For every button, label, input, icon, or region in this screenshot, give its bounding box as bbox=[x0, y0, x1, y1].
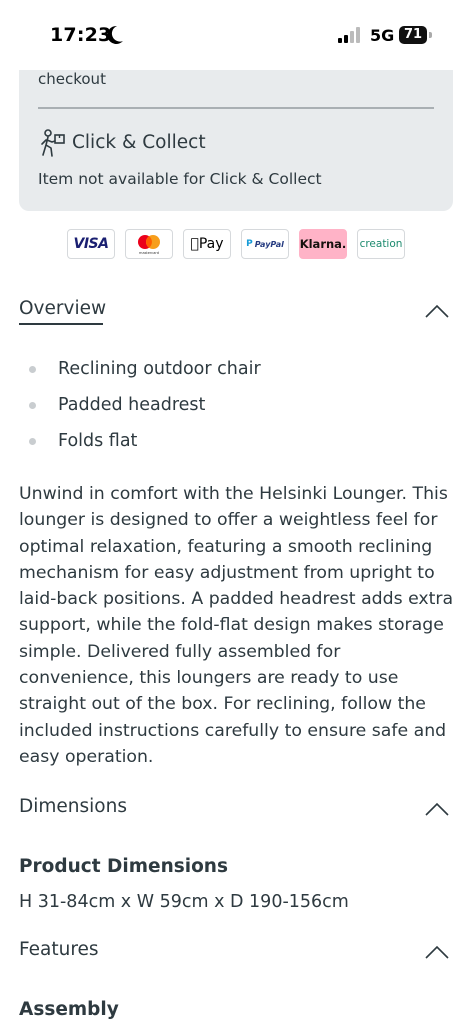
overview-underline bbox=[19, 323, 103, 325]
list-item: Padded headrest bbox=[19, 393, 449, 429]
signal-icon bbox=[338, 27, 360, 43]
klarna-logo: Klarna. bbox=[299, 229, 347, 259]
paypal-icon: P bbox=[246, 239, 253, 249]
delivery-card: checkout Click & Collect Item not availa… bbox=[19, 70, 453, 211]
visa-label: VISA bbox=[73, 236, 109, 252]
product-description: Unwind in comfort with the Helsinki Loun… bbox=[19, 484, 454, 767]
status-bar: 17:23 5G 71 bbox=[0, 0, 472, 70]
click-collect-icon bbox=[41, 129, 65, 157]
chevron-up-icon[interactable] bbox=[425, 945, 449, 959]
product-dimensions-heading: Product Dimensions bbox=[19, 856, 228, 877]
paypal-label: PayPal bbox=[254, 239, 284, 249]
mastercard-icon: mastercard bbox=[138, 235, 160, 255]
creation-logo: creation bbox=[357, 229, 405, 259]
mastercard-logo: mastercard bbox=[125, 229, 173, 259]
overview-bullets: Reclining outdoor chair Padded headrest … bbox=[19, 357, 449, 465]
chevron-up-icon[interactable] bbox=[425, 304, 449, 318]
overview-toggle[interactable]: Overview bbox=[19, 298, 106, 319]
list-item: Folds flat bbox=[19, 429, 449, 465]
card-divider bbox=[38, 107, 434, 109]
battery-indicator: 71 bbox=[399, 26, 427, 44]
apple-pay-label: Pay bbox=[194, 236, 224, 252]
paypal-logo: P PayPal bbox=[241, 229, 289, 259]
click-collect-status: Item not available for Click & Collect bbox=[38, 170, 322, 188]
mastercard-label: mastercard bbox=[139, 251, 159, 255]
network-label: 5G bbox=[370, 26, 395, 45]
klarna-label: Klarna. bbox=[299, 237, 347, 251]
features-toggle[interactable]: Features bbox=[19, 939, 99, 960]
creation-label: creation bbox=[359, 238, 403, 250]
apple-pay-logo:  Pay bbox=[183, 229, 231, 259]
payment-methods: VISA mastercard  Pay P PayPal Klarna. c… bbox=[67, 229, 405, 260]
chevron-up-icon[interactable] bbox=[425, 802, 449, 816]
visa-logo: VISA bbox=[67, 229, 115, 259]
click-collect-title: Click & Collect bbox=[72, 132, 206, 153]
moon-icon bbox=[107, 25, 123, 44]
list-item: Reclining outdoor chair bbox=[19, 357, 449, 393]
apple-icon:  bbox=[190, 236, 198, 252]
checkout-text: checkout bbox=[38, 70, 106, 88]
status-time: 17:23 bbox=[50, 24, 112, 46]
assembly-heading: Assembly bbox=[19, 999, 119, 1020]
battery-tip bbox=[429, 32, 432, 38]
product-dimensions-value: H 31-84cm x W 59cm x D 190-156cm bbox=[19, 892, 349, 912]
dimensions-toggle[interactable]: Dimensions bbox=[19, 796, 127, 817]
